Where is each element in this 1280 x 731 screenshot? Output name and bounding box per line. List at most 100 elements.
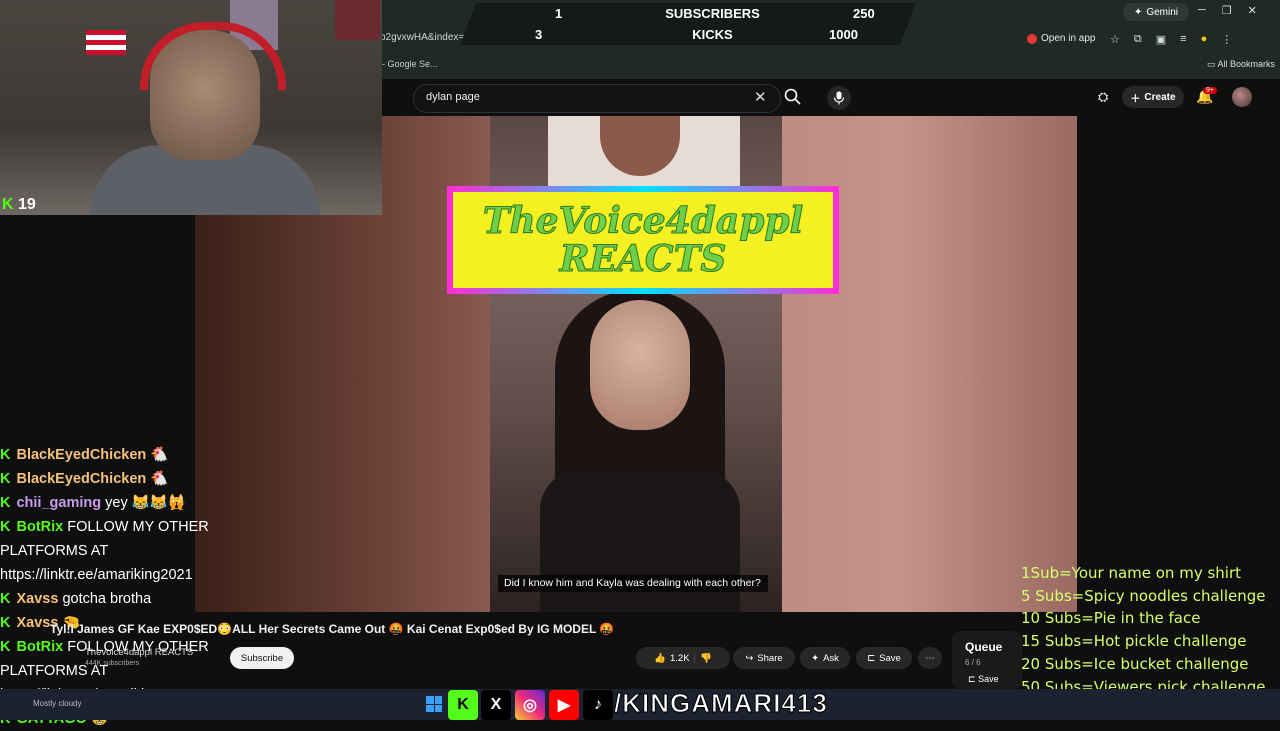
kick-icon: K [448, 690, 478, 720]
bookmarks-bar [380, 52, 1280, 79]
url-fragment[interactable]: b2gvxwHA&index=6 [380, 32, 470, 43]
x-icon: X [481, 690, 511, 720]
notification-badge: 9+ [1203, 87, 1217, 94]
chat-message: PLATFORMS AT [0, 539, 280, 563]
thumbs-down-icon[interactable]: 👎 [700, 653, 712, 664]
profile-icon[interactable]: ● [1201, 33, 1208, 46]
ask-label: Ask [823, 652, 839, 664]
bookmark-item[interactable]: - Google Se... [382, 59, 438, 69]
channel-name[interactable]: Thevoice4dappl REACTS [85, 647, 193, 658]
like-dislike-group[interactable]: 👍 1.2K | 👎 [636, 647, 730, 669]
video-person-face [590, 300, 690, 430]
kick-badge-icon: K [0, 447, 11, 463]
tab-search-icon[interactable]: ▣ [1156, 33, 1166, 46]
microphone-icon [833, 91, 845, 105]
banner-line-2: REACTS [559, 238, 727, 280]
ask-button[interactable]: ✦ Ask [800, 647, 850, 669]
banner-line-1: TheVoice4dappl [482, 200, 804, 242]
instagram-icon: ◎ [515, 690, 545, 720]
subscribers-label: SUBSCRIBERS [665, 6, 760, 21]
queue-title: Queue [965, 640, 1003, 654]
voice-search-button[interactable] [827, 86, 851, 110]
sub-goal-item: 1Sub=Your name on my shirt [1021, 564, 1242, 582]
folder-icon: ▭ [1207, 59, 1216, 69]
chat-message: https://linktr.ee/amariking2021 [0, 563, 280, 587]
chat-message: K BlackEyedChicken 🐔 [0, 443, 280, 467]
kicks-current: 3 [535, 27, 543, 42]
queue-save-label: Save [978, 674, 999, 684]
save-button[interactable]: ⊏ Save [856, 647, 912, 669]
more-actions-button[interactable]: ⋯ [918, 647, 942, 669]
sub-goal-item: 20 Subs=Ice bucket challenge [1021, 654, 1249, 673]
kicks-label: KICKS [692, 27, 733, 42]
sparkle-icon: ✦ [811, 652, 820, 664]
thumbs-up-icon[interactable]: 👍 [654, 653, 666, 664]
search-icon [784, 88, 801, 105]
extensions-icon[interactable]: ⧉ [1134, 33, 1142, 46]
all-bookmarks[interactable]: ▭ All Bookmarks [1207, 59, 1275, 70]
chat-username[interactable]: BotRix [16, 639, 63, 655]
kick-badge-icon: K [0, 471, 11, 487]
chat-username[interactable]: BotRix [16, 519, 63, 535]
create-label: Create [1144, 91, 1176, 103]
sparkle-icon: ✦ [1133, 6, 1143, 18]
kick-badge-icon: K [0, 519, 11, 535]
share-button[interactable]: ↪ Share [733, 647, 795, 669]
share-icon: ↪ [745, 652, 754, 664]
open-in-app-button[interactable]: Open in app [1027, 33, 1096, 44]
flag-decoration [86, 30, 126, 55]
more-icon: ⋯ [925, 652, 935, 664]
chat-username[interactable]: BlackEyedChicken [16, 447, 146, 463]
chat-username[interactable]: chii_gaming [16, 495, 101, 511]
chat-message: K BotRix FOLLOW MY OTHER [0, 515, 280, 539]
video-title: Tyl!l James GF Kae EXP0$ED😳ALL Her Secre… [50, 622, 615, 636]
queue-count: 6 / 6 [965, 658, 981, 667]
chat-message: Kchii_gaming yey 😹😹🙀 [0, 491, 280, 515]
kick-badge-icon: K [0, 495, 11, 511]
all-bookmarks-label: All Bookmarks [1217, 59, 1276, 69]
subscribers-target: 250 [853, 6, 875, 21]
weather-status[interactable]: Mostly cloudy [33, 699, 81, 708]
chat-text: https://linktr.ee/amariking2021 [0, 567, 193, 583]
chat-overlay: K BlackEyedChicken 🐔 K BlackEyedChicken 🐔 Kc… [0, 443, 280, 731]
chat-username[interactable]: Xavss [16, 591, 58, 607]
create-button[interactable]: ＋ Create [1122, 86, 1184, 108]
chat-text: PLATFORMS AT [0, 543, 109, 559]
minimize-icon[interactable]: ─ [1198, 4, 1206, 17]
cast-icon[interactable]: ⛭ [1098, 89, 1108, 105]
video-caption: Did I know him and Kayla was dealing wit… [498, 575, 768, 592]
chat-text: FOLLOW MY OTHER [67, 519, 209, 535]
social-handle: /KINGAMARI413 [614, 688, 828, 719]
gemini-button[interactable]: ✦ Gemini [1123, 3, 1189, 21]
gemini-label: Gemini [1146, 6, 1179, 18]
menu-icon[interactable]: ⋮ [1221, 33, 1232, 46]
bookmark-icon: ⊏ [867, 652, 876, 664]
close-window-icon[interactable]: ✕ [1248, 4, 1257, 17]
chat-username[interactable]: BlackEyedChicken [16, 471, 146, 487]
bookmark-star-icon[interactable]: ☆ [1110, 33, 1120, 46]
chat-text: 🐔 [150, 471, 169, 487]
account-avatar[interactable] [1232, 87, 1252, 107]
chat-text: gotcha brotha [62, 591, 152, 607]
like-count: 1.2K [669, 652, 690, 664]
search-button[interactable] [782, 86, 804, 108]
subscribe-button[interactable]: Subscribe [230, 647, 294, 669]
windows-start-icon[interactable] [426, 696, 442, 712]
kick-logo-icon: K [2, 196, 14, 213]
kicks-target: 1000 [829, 27, 858, 42]
kick-badge-icon: K [0, 591, 11, 607]
restore-icon[interactable]: ❐ [1222, 4, 1232, 17]
share-label: Share [757, 652, 783, 664]
search-value[interactable]: dylan page [426, 91, 480, 103]
media-icon[interactable]: ≡ [1180, 33, 1186, 46]
chat-message: K Xavss gotcha brotha [0, 587, 280, 611]
youtube-icon: ▶ [549, 690, 579, 720]
bookmark-icon: ⊏ [968, 674, 976, 684]
queue-save-button[interactable]: ⊏ Save [968, 674, 999, 685]
wall-poster [335, 0, 380, 40]
sub-goal-item: 15 Subs=Hot pickle challenge [1021, 632, 1247, 651]
chat-text: 🐔 [150, 447, 169, 463]
clear-search-icon[interactable]: ✕ [754, 88, 767, 106]
subscribers-current: 1 [555, 6, 563, 21]
sub-goal-item: 10 Subs=Pie in the face [1021, 609, 1201, 628]
